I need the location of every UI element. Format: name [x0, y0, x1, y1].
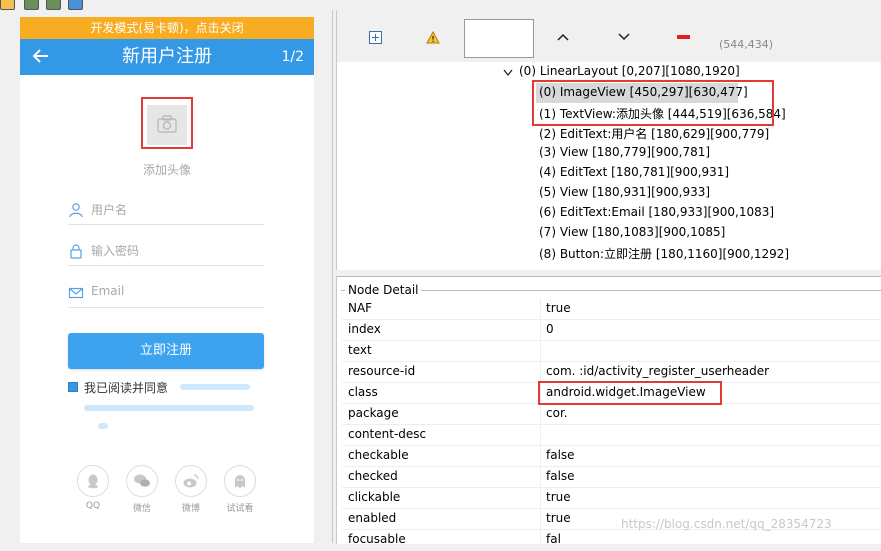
- detail-key: class: [348, 385, 378, 399]
- mail-icon: [68, 287, 84, 299]
- detail-value: fal: [546, 532, 561, 546]
- detail-value: true: [546, 490, 571, 504]
- filter-input[interactable]: [464, 19, 534, 58]
- open-folder-icon[interactable]: [0, 0, 15, 10]
- password-placeholder: 输入密码: [91, 244, 140, 258]
- detail-value: com. :id/activity_register_userheader: [546, 364, 770, 378]
- device-screenshot-compressed-icon[interactable]: [46, 0, 61, 10]
- tree-node[interactable]: (8) Button:立即注册 [180,1160][900,1292]: [539, 245, 789, 262]
- qq-login[interactable]: QQ: [77, 465, 109, 511]
- tree-node[interactable]: (2) EditText:用户名 [180,629][900,779]: [539, 125, 769, 142]
- detail-row[interactable]: focusable fal: [342, 529, 881, 551]
- detail-row[interactable]: content-desc: [342, 424, 881, 446]
- detail-row[interactable]: clickable true: [342, 487, 881, 509]
- user-icon: [69, 203, 83, 218]
- dev-mode-banner[interactable]: 开发模式(易卡顿)，点击关闭: [20, 17, 314, 39]
- detail-value: true: [546, 301, 571, 315]
- node-detail-panel: Node Detail NAF true index 0 text resource…: [336, 276, 881, 551]
- hierarchy-toolbar: (544,434): [337, 10, 881, 62]
- tree-node[interactable]: (5) View [180,931][900,933]: [539, 185, 710, 199]
- tree-node[interactable]: (6) EditText:Email [180,933][900,1083]: [539, 205, 774, 219]
- wechat-label: 微信: [132, 504, 151, 514]
- detail-row[interactable]: text: [342, 340, 881, 362]
- tree-node-root[interactable]: (0) LinearLayout [0,207][1080,1920]: [519, 64, 740, 78]
- cursor-coordinates: (544,434): [719, 38, 774, 51]
- chevron-down-icon[interactable]: [617, 30, 631, 44]
- weibo-icon: [175, 465, 207, 497]
- email-field[interactable]: Email: [68, 279, 264, 308]
- detail-row[interactable]: checked false: [342, 466, 881, 488]
- selected-node-highlight: [141, 97, 193, 149]
- tree-expander[interactable]: [503, 66, 513, 80]
- detail-value: false: [546, 448, 575, 462]
- detail-key: index: [348, 322, 381, 336]
- ghost-icon: [224, 465, 256, 497]
- class-highlight-box: [538, 381, 722, 405]
- weibo-login[interactable]: 微博: [175, 465, 207, 514]
- detail-key: NAF: [348, 301, 373, 315]
- window-toolbar: [0, 0, 90, 10]
- blurred-link: [98, 423, 108, 429]
- detail-key: text: [348, 343, 372, 357]
- page-title: 新用户注册: [122, 46, 212, 67]
- tree-node[interactable]: (3) View [180,779][900,781]: [539, 145, 710, 159]
- detail-key: checked: [348, 469, 398, 483]
- wechat-icon: [126, 465, 158, 497]
- agree-checkbox[interactable]: [68, 382, 78, 392]
- watermark: https://blog.csdn.net/qq_28354723: [621, 517, 832, 531]
- password-field[interactable]: 输入密码: [68, 237, 264, 266]
- wechat-login[interactable]: 微信: [126, 465, 158, 514]
- detail-key: focusable: [348, 532, 406, 546]
- node-detail-title: Node Detail: [345, 283, 422, 297]
- guest-label: 试试看: [226, 504, 254, 514]
- username-placeholder: 用户名: [91, 203, 128, 217]
- tree-highlight-box: [532, 80, 774, 126]
- detail-key: content-desc: [348, 427, 427, 441]
- detail-row[interactable]: index 0: [342, 319, 881, 341]
- email-placeholder: Email: [91, 284, 125, 298]
- device-screenshot-panel[interactable]: 开发模式(易卡顿)，点击关闭 新用户注册 1/2 添加头像 用户名 输入密码 E…: [0, 10, 333, 543]
- tree-node[interactable]: (4) EditText [180,781][900,931]: [539, 165, 729, 179]
- qq-label: QQ: [85, 501, 101, 511]
- detail-row[interactable]: NAF true: [342, 298, 881, 320]
- divider: [341, 290, 881, 291]
- expand-all-icon[interactable]: [368, 30, 382, 44]
- blurred-link: [180, 384, 250, 390]
- detail-key: enabled: [348, 511, 397, 525]
- clear-icon[interactable]: [676, 30, 690, 44]
- qq-icon: [77, 465, 109, 497]
- register-button[interactable]: 立即注册: [68, 333, 264, 369]
- blurred-link: [84, 405, 254, 411]
- detail-key: checkable: [348, 448, 409, 462]
- weibo-label: 微博: [181, 504, 200, 514]
- node-tree[interactable]: (0) LinearLayout [0,207][1080,1920] (0) …: [337, 62, 881, 270]
- add-avatar-label: 添加头像: [142, 163, 191, 177]
- app-bar: 新用户注册 1/2: [20, 39, 314, 75]
- warning-icon[interactable]: [426, 30, 440, 44]
- save-icon[interactable]: [68, 0, 83, 10]
- detail-row[interactable]: package cor.: [342, 403, 881, 425]
- agree-text: 我已阅读并同意: [84, 381, 169, 395]
- device-screenshot-icon[interactable]: [24, 0, 39, 10]
- detail-row[interactable]: checkable false: [342, 445, 881, 467]
- page-indicator: 1/2: [281, 49, 304, 65]
- username-field[interactable]: 用户名: [68, 196, 264, 225]
- tree-node[interactable]: (7) View [180,1083][900,1085]: [539, 225, 725, 239]
- guest-login[interactable]: 试试看: [224, 465, 256, 514]
- phone-screen[interactable]: 开发模式(易卡顿)，点击关闭 新用户注册 1/2 添加头像 用户名 输入密码 E…: [20, 17, 314, 543]
- detail-row[interactable]: resource-id com. :id/activity_register_us…: [342, 361, 881, 383]
- detail-value: 0: [546, 322, 554, 336]
- detail-value: cor.: [546, 406, 568, 420]
- lock-icon: [70, 244, 82, 259]
- hierarchy-panel: (544,434) (0) LinearLayout [0,207][1080,…: [336, 10, 881, 270]
- detail-value: true: [546, 511, 571, 525]
- detail-value: false: [546, 469, 575, 483]
- chevron-up-icon[interactable]: [556, 30, 570, 44]
- detail-key: clickable: [348, 490, 401, 504]
- detail-key: resource-id: [348, 364, 416, 378]
- detail-key: package: [348, 406, 399, 420]
